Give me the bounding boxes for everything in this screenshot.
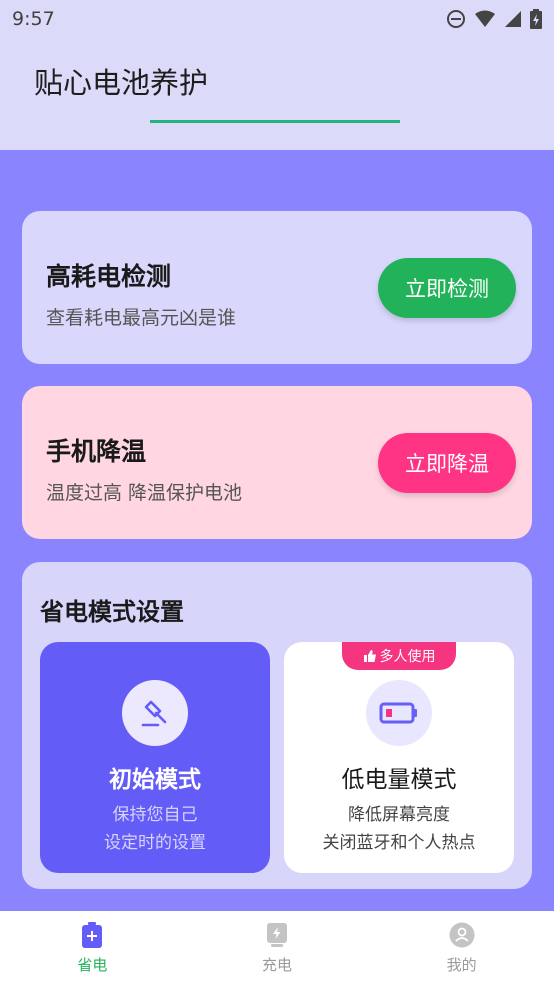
popular-badge: 多人使用: [342, 642, 456, 670]
charging-icon: [266, 922, 287, 947]
phone-cooling-card: 手机降温 温度过高 降温保护电池 立即降温: [22, 386, 532, 539]
initial-mode-desc-line1: 保持您自己: [112, 805, 198, 825]
mode-section-title: 省电模式设置: [40, 598, 184, 626]
status-icons: [446, 9, 542, 29]
bottom-tab-bar: 省电 充电 我的: [0, 911, 554, 985]
tab-profile[interactable]: 我的: [402, 922, 522, 975]
low-power-mode-desc-line1: 降低屏幕亮度: [348, 805, 450, 825]
page-title: 贴心电池养护: [34, 66, 209, 100]
gavel-icon: [141, 700, 167, 727]
detect-card-title: 高耗电检测: [46, 262, 172, 291]
header-curve: [0, 120, 554, 150]
status-time: 9:57: [12, 8, 55, 30]
tab-save-power-label: 省电: [77, 955, 108, 974]
battery-status-icon: [530, 9, 542, 29]
status-bar: 9:57: [0, 0, 554, 38]
cool-now-button[interactable]: 立即降温: [378, 433, 516, 493]
low-battery-icon-circle: [366, 680, 432, 746]
power-mode-settings-card: 省电模式设置 初始模式 保持您自己 设定时的设置 多人使用 低电量模式 降低屏幕…: [22, 562, 532, 889]
do-not-disturb-icon: [447, 10, 465, 28]
cool-card-subtitle: 温度过高 降温保护电池: [46, 482, 243, 504]
gavel-icon-circle: [122, 680, 188, 746]
profile-icon: [449, 922, 475, 947]
tab-charging[interactable]: 充电: [217, 922, 337, 975]
low-power-mode-name: 低电量模式: [341, 767, 457, 793]
detect-now-button[interactable]: 立即检测: [378, 258, 516, 318]
initial-mode-desc-line2: 设定时的设置: [104, 833, 206, 853]
tab-charging-label: 充电: [261, 955, 292, 974]
cool-card-title: 手机降温: [46, 437, 147, 466]
high-drain-detect-card: 高耗电检测 查看耗电最高元凶是谁 立即检测: [22, 211, 532, 364]
low-battery-icon: [379, 702, 417, 724]
signal-icon: [505, 11, 521, 27]
initial-mode-option[interactable]: 初始模式 保持您自己 设定时的设置: [40, 642, 270, 873]
low-power-mode-desc-line2: 关闭蓝牙和个人热点: [322, 833, 476, 853]
popular-badge-label: 多人使用: [379, 649, 436, 665]
battery-plus-icon: [82, 921, 103, 948]
thumbs-up-icon: [363, 650, 376, 662]
detect-card-subtitle: 查看耗电最高元凶是谁: [46, 307, 237, 329]
initial-mode-name: 初始模式: [109, 767, 201, 793]
wifi-icon: [475, 10, 495, 27]
low-power-mode-option[interactable]: 多人使用 低电量模式 降低屏幕亮度 关闭蓝牙和个人热点: [284, 642, 514, 873]
tab-profile-label: 我的: [446, 955, 477, 974]
tab-save-power[interactable]: 省电: [32, 921, 152, 975]
